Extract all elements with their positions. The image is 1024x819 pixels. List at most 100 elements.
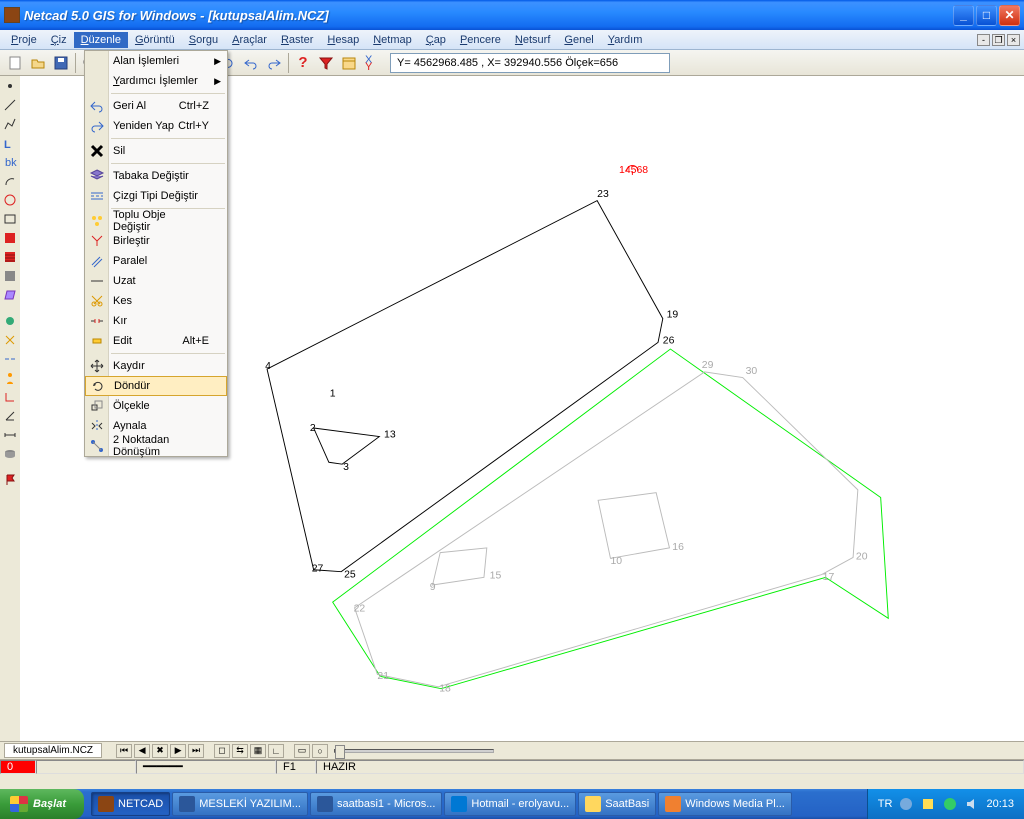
menu-proje[interactable]: Proje [4, 32, 44, 48]
menu-item-birleştir[interactable]: Birleştir [85, 231, 227, 251]
tb-redo[interactable] [263, 52, 285, 74]
bt-first[interactable]: ⏮ [116, 744, 132, 758]
menu-netsurf[interactable]: Netsurf [508, 32, 557, 48]
lt-raster[interactable] [1, 267, 19, 285]
menu-item-uzat[interactable]: Uzat [85, 271, 227, 291]
tb-calendar[interactable] [338, 52, 360, 74]
status-linetype[interactable]: ━━━━━━ [136, 760, 276, 774]
tb-help[interactable]: ? [292, 52, 314, 74]
clock[interactable]: 20:13 [986, 798, 1014, 810]
lt-ortho[interactable] [1, 388, 19, 406]
lt-line[interactable] [1, 96, 19, 114]
menu-sorgu[interactable]: Sorgu [182, 32, 225, 48]
lt-parallelogram[interactable] [1, 286, 19, 304]
menu-düzenle[interactable]: Düzenle [74, 32, 128, 48]
menu-item-sil[interactable]: Sil [85, 141, 227, 161]
menu-item-yeniden-yap[interactable]: Yeniden YapCtrl+Y [85, 116, 227, 136]
lt-arc[interactable] [1, 172, 19, 190]
menu-pencere[interactable]: Pencere [453, 32, 508, 48]
menu-item-toplu-obje-değiştir[interactable]: Toplu Obje Değiştir [85, 211, 227, 231]
menu-item-kaydır[interactable]: Kaydır [85, 356, 227, 376]
maximize-button[interactable]: □ [976, 5, 997, 26]
start-button[interactable]: Başlat [0, 789, 84, 819]
tray-icon-2[interactable] [920, 796, 936, 812]
lt-point[interactable] [1, 77, 19, 95]
menu-çiz[interactable]: Çiz [44, 32, 74, 48]
menu-item-kır[interactable]: Kır [85, 311, 227, 331]
bt-fullext[interactable]: ◻ [214, 744, 230, 758]
menu-item-2-noktadan-dönüşüm[interactable]: 2 Noktadan Dönüşüm [85, 436, 227, 456]
task-netcad[interactable]: NETCAD [91, 792, 170, 816]
status-layer-name[interactable] [36, 760, 136, 774]
task-saatbasi[interactable]: SaatBasi [578, 792, 656, 816]
lt-rect[interactable] [1, 210, 19, 228]
bt-swap[interactable]: ⇆ [232, 744, 248, 758]
menu-item-alan-i̇şlemleri[interactable]: Alan İşlemleri▶ [85, 51, 227, 71]
bt-last[interactable]: ⏭ [188, 744, 204, 758]
task-windows-media-pl-[interactable]: Windows Media Pl... [658, 792, 792, 816]
lt-node[interactable] [1, 312, 19, 330]
lt-scissors[interactable] [1, 331, 19, 349]
bt-circle[interactable]: ○ [312, 744, 328, 758]
lt-hatch2[interactable] [1, 248, 19, 266]
menu-görüntü[interactable]: Görüntü [128, 32, 182, 48]
lt-block[interactable]: bk [1, 153, 19, 171]
menu-item-döndür[interactable]: Döndür [85, 376, 227, 396]
task-saatbasi1-micros-[interactable]: saatbasi1 - Micros... [310, 792, 442, 816]
task-mesleki-yazilim-[interactable]: MESLEKİ YAZILIM... [172, 792, 308, 816]
tb-open[interactable] [27, 52, 49, 74]
menu-item-tabaka-değiştir[interactable]: Tabaka Değiştir [85, 166, 227, 186]
menu-item-edit[interactable]: EditAlt+E [85, 331, 227, 351]
lt-dim[interactable] [1, 426, 19, 444]
task-hotmail-erolyavu-[interactable]: Hotmail - erolyavu... [444, 792, 576, 816]
document-tab[interactable]: kutupsalAlim.NCZ [4, 743, 102, 758]
status-f1[interactable]: F1 [276, 760, 316, 774]
menu-yardım[interactable]: Yardım [601, 32, 650, 48]
bt-grid[interactable]: ▦ [250, 744, 266, 758]
lt-text[interactable]: L [1, 134, 19, 152]
lt-join[interactable] [1, 350, 19, 368]
tb-filter[interactable] [315, 52, 337, 74]
menu-item-kes[interactable]: Kes [85, 291, 227, 311]
menu-item-çizgi-tipi-değiştir[interactable]: Çizgi Tipi Değiştir [85, 186, 227, 206]
bt-ortho[interactable]: ∟ [268, 744, 284, 758]
lt-circle[interactable] [1, 191, 19, 209]
status-layer-color[interactable]: 0 [0, 760, 36, 774]
tray-icon-volume[interactable] [964, 796, 980, 812]
menu-netmap[interactable]: Netmap [366, 32, 419, 48]
bt-prev[interactable]: ◀ [134, 744, 150, 758]
menu-item-geri-al[interactable]: Geri AlCtrl+Z [85, 96, 227, 116]
bt-rect[interactable]: ▭ [294, 744, 310, 758]
mdi-minimize[interactable]: - [977, 34, 990, 46]
mdi-close[interactable]: × [1007, 34, 1020, 46]
tb-coords[interactable]: XY [361, 52, 383, 74]
lt-db[interactable] [1, 445, 19, 463]
lt-polyline[interactable] [1, 115, 19, 133]
lt-hatch[interactable] [1, 229, 19, 247]
tray-icon-1[interactable] [898, 796, 914, 812]
bt-next[interactable]: ▶ [170, 744, 186, 758]
language-indicator[interactable]: TR [878, 798, 893, 810]
bt-cancel[interactable]: ✖ [152, 744, 168, 758]
menu-item-paralel[interactable]: Paralel [85, 251, 227, 271]
lt-person[interactable] [1, 369, 19, 387]
menu-çap[interactable]: Çap [419, 32, 453, 48]
menu-item-label: Uzat [113, 275, 136, 287]
opacity-slider[interactable] [334, 749, 494, 753]
menu-item-aynala[interactable]: Aynala [85, 416, 227, 436]
menu-raster[interactable]: Raster [274, 32, 320, 48]
menu-hesap[interactable]: Hesap [320, 32, 366, 48]
lt-angle[interactable] [1, 407, 19, 425]
menu-item-ölçekle[interactable]: Ölçekle [85, 396, 227, 416]
menu-araçlar[interactable]: Araçlar [225, 32, 274, 48]
minimize-button[interactable]: _ [953, 5, 974, 26]
mdi-restore[interactable]: ❐ [992, 34, 1005, 46]
lt-flag[interactable] [1, 471, 19, 489]
tb-undo[interactable] [240, 52, 262, 74]
close-button[interactable]: ✕ [999, 5, 1020, 26]
tb-new[interactable] [4, 52, 26, 74]
tray-icon-3[interactable] [942, 796, 958, 812]
tb-save[interactable] [50, 52, 72, 74]
menu-genel[interactable]: Genel [557, 32, 600, 48]
menu-item-yardımcı-i̇şlemler[interactable]: Yardımcı İşlemler▶ [85, 71, 227, 91]
